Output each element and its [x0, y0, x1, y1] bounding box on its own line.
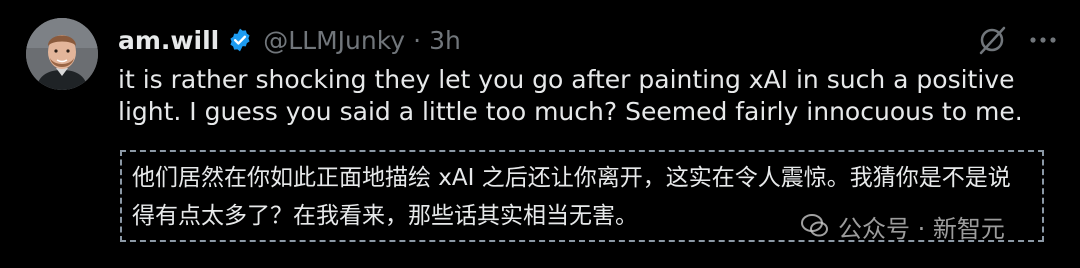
- more-options-icon[interactable]: [1028, 30, 1058, 50]
- timestamp[interactable]: 3h: [429, 26, 461, 55]
- person-avatar-icon: [26, 18, 98, 90]
- verified-badge-icon: [230, 28, 250, 52]
- display-name[interactable]: am.will: [118, 26, 219, 55]
- separator-dot: ·: [413, 25, 422, 55]
- watermark-text: 公众号 · 新智元: [838, 214, 1005, 243]
- grok-icon[interactable]: [976, 24, 1008, 56]
- tweet-text: it is rather shocking they let you go af…: [118, 65, 1023, 126]
- watermark: 公众号 · 新智元: [800, 208, 1005, 244]
- user-handle[interactable]: @LLMJunky: [263, 26, 405, 55]
- avatar[interactable]: [26, 18, 98, 90]
- tweet-header: am.will @LLMJunky · 3h: [118, 22, 461, 58]
- wechat-logo-icon: [801, 214, 828, 237]
